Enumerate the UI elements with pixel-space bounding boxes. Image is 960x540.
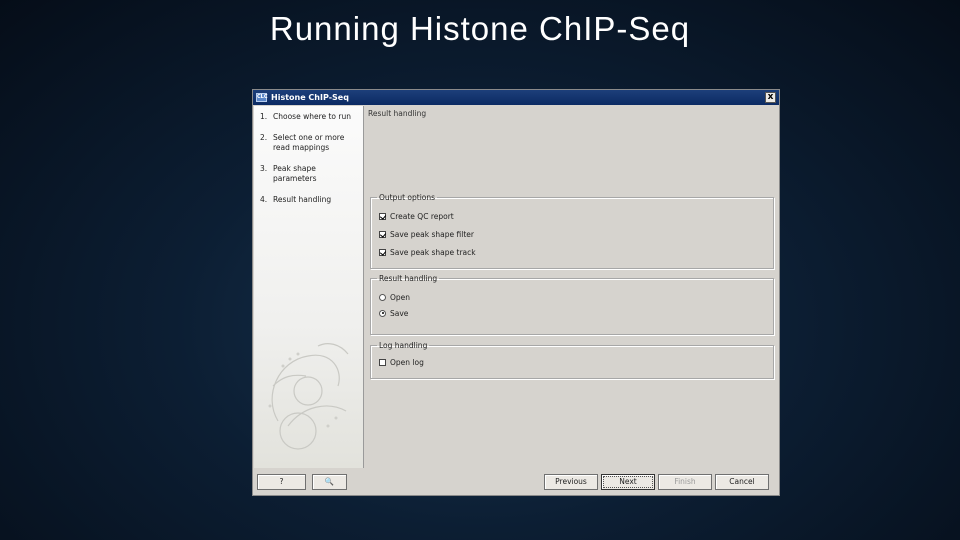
clc-app-icon: CLC (256, 93, 268, 102)
open-log-checkbox[interactable] (379, 358, 386, 366)
step-number: 2. (260, 133, 268, 142)
result-handling-content: Result handling Output options Create QC… (364, 106, 779, 468)
wizard-steps-panel: 1. Choose where to run 2. Select one or … (254, 106, 364, 468)
result-handling-group: Result handling Open Save (370, 274, 774, 335)
slide-title: Running Histone ChIP-Seq (269, 10, 691, 47)
save-peak-shape-track-label: Save peak shape track (390, 248, 476, 257)
wizard-step-result-handling: 4. Result handling (254, 195, 363, 205)
save-option[interactable]: Save (379, 309, 408, 319)
wizard-steps-list: 1. Choose where to run 2. Select one or … (254, 106, 363, 205)
result-handling-legend: Result handling (379, 274, 438, 283)
save-peak-shape-filter-option[interactable]: Save peak shape filter (379, 230, 474, 240)
step-number: 4. (260, 195, 268, 204)
step-number: 3. (260, 164, 268, 173)
section-title: Result handling (368, 109, 427, 118)
save-radio[interactable] (379, 309, 386, 317)
dialog-title: Histone ChIP-Seq (271, 93, 349, 102)
step-label: Select one or more read mappings (273, 133, 345, 152)
open-label: Open (390, 293, 411, 302)
step-label: Peak shape parameters (273, 164, 317, 183)
wizard-step-select-mappings: 2. Select one or more read mappings (254, 133, 363, 153)
open-log-option[interactable]: Open log (379, 358, 424, 368)
wizard-step-peak-shape: 3. Peak shape parameters (254, 164, 363, 184)
log-handling-legend: Log handling (379, 341, 428, 350)
save-peak-shape-track-option[interactable]: Save peak shape track (379, 248, 476, 258)
step-label: Choose where to run (273, 112, 351, 121)
magnifier-icon: 🔍 (324, 477, 335, 486)
create-qc-report-label: Create QC report (390, 212, 454, 221)
histone-chipseq-dialog: CLC Histone ChIP-Seq x 1. Choose where t… (252, 89, 780, 496)
save-peak-shape-track-checkbox[interactable] (379, 248, 386, 256)
open-log-label: Open log (390, 358, 424, 367)
save-label: Save (390, 309, 409, 318)
help-button[interactable]: ? (257, 474, 306, 490)
preview-button[interactable]: 🔍 (312, 474, 347, 490)
finish-button[interactable]: Finish (658, 474, 712, 490)
clc-bio-watermark-icon (268, 343, 349, 450)
dialog-button-bar: ? 🔍 Previous Next Finish Cancel (253, 469, 779, 495)
dialog-titlebar[interactable]: CLC Histone ChIP-Seq x (253, 90, 779, 105)
previous-button[interactable]: Previous (544, 474, 598, 490)
wizard-step-choose-where: 1. Choose where to run (254, 112, 363, 122)
next-button[interactable]: Next (601, 474, 655, 490)
open-radio[interactable] (379, 293, 386, 301)
cancel-button[interactable]: Cancel (715, 474, 769, 490)
close-icon[interactable]: x (765, 92, 776, 103)
step-label: Result handling (273, 195, 332, 204)
log-handling-group: Log handling Open log (370, 341, 774, 379)
output-options-legend: Output options (379, 193, 436, 202)
step-number: 1. (260, 112, 268, 121)
output-options-group: Output options Create QC report Save pea… (370, 193, 774, 269)
save-peak-shape-filter-checkbox[interactable] (379, 230, 386, 238)
save-peak-shape-filter-label: Save peak shape filter (390, 230, 474, 239)
create-qc-report-checkbox[interactable] (379, 212, 386, 220)
create-qc-report-option[interactable]: Create QC report (379, 212, 454, 222)
open-option[interactable]: Open (379, 293, 410, 303)
